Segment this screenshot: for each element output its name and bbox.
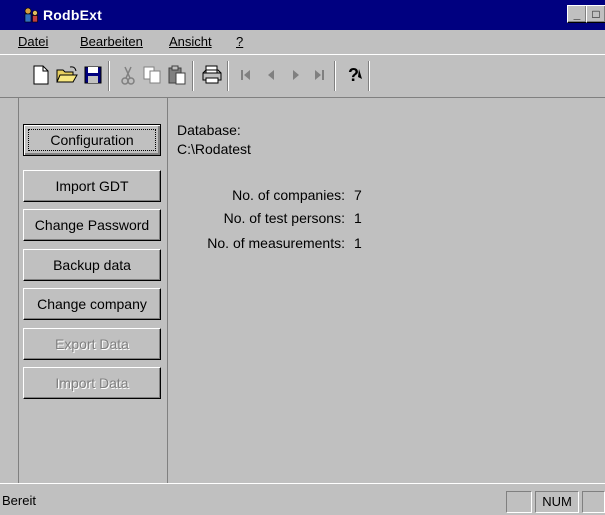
- toolbar-separator: [192, 61, 194, 91]
- menu-bearbeiten[interactable]: Bearbeiten: [80, 34, 143, 50]
- status-text: Bereit: [2, 493, 36, 508]
- import-gdt-button[interactable]: Import GDT: [23, 170, 161, 202]
- menu-datei-label: Datei: [18, 34, 49, 49]
- menu-ansicht[interactable]: Ansicht: [169, 34, 212, 50]
- backup-data-button-label: Backup data: [53, 257, 131, 273]
- export-data-button[interactable]: Export Data: [23, 328, 161, 360]
- status-panel-scroll: [582, 491, 605, 513]
- last-record-icon[interactable]: [306, 62, 332, 88]
- prev-record-icon[interactable]: [258, 62, 284, 88]
- menu-datei[interactable]: Datei: [18, 34, 48, 50]
- window-title: RodbExt: [43, 7, 102, 23]
- import-data-button-label: Import Data: [55, 375, 129, 391]
- menu-bar: Datei Bearbeiten Ansicht ?: [0, 30, 605, 54]
- toolbar-separator: [368, 61, 370, 91]
- change-company-button-label: Change company: [37, 296, 147, 312]
- change-password-button-label: Change Password: [34, 217, 150, 233]
- backup-data-button[interactable]: Backup data: [23, 249, 161, 281]
- focus-ring: [28, 129, 156, 151]
- toolbar-separator: [227, 61, 229, 91]
- main-view: Configuration Import GDT Change Password…: [18, 98, 605, 483]
- companies-label: No. of companies:: [232, 187, 345, 203]
- import-gdt-button-label: Import GDT: [55, 178, 129, 194]
- menu-bearbeiten-label: Bearbeiten: [80, 34, 143, 49]
- toolbar: ?: [0, 54, 605, 98]
- new-icon[interactable]: [28, 62, 54, 88]
- change-password-button[interactable]: Change Password: [23, 209, 161, 241]
- configuration-button[interactable]: Configuration: [23, 124, 161, 156]
- change-company-button[interactable]: Change company: [23, 288, 161, 320]
- open-icon[interactable]: [54, 62, 80, 88]
- measurements-label: No. of measurements:: [207, 235, 345, 251]
- measurements-value: 1: [354, 235, 362, 251]
- database-path: C:\Rodatest: [177, 141, 251, 157]
- minimize-icon: _: [573, 7, 581, 21]
- status-panel-num: NUM: [535, 491, 579, 513]
- toolbar-separator: [334, 61, 336, 91]
- testpersons-value: 1: [354, 210, 362, 226]
- app-icon[interactable]: [22, 6, 40, 24]
- status-bar: Bereit NUM: [0, 483, 605, 515]
- menu-help[interactable]: ?: [236, 34, 243, 50]
- print-icon[interactable]: [199, 62, 225, 88]
- button-panel: Configuration Import GDT Change Password…: [19, 98, 168, 483]
- application-window: RodbExt _ □ Datei Bearbeiten Ansicht ? ?…: [0, 0, 605, 515]
- svg-text:?: ?: [348, 65, 359, 85]
- save-icon[interactable]: [80, 62, 106, 88]
- maximize-icon: □: [592, 7, 600, 21]
- menu-ansicht-label: Ansicht: [169, 34, 212, 49]
- status-panel-empty: [506, 491, 532, 513]
- paste-icon[interactable]: [164, 62, 190, 88]
- minimize-button[interactable]: _: [567, 5, 587, 23]
- first-record-icon[interactable]: [233, 62, 259, 88]
- num-indicator: NUM: [542, 494, 572, 509]
- toolbar-separator: [108, 61, 110, 91]
- menu-help-label: ?: [236, 34, 244, 49]
- import-data-button[interactable]: Import Data: [23, 367, 161, 399]
- testpersons-label: No. of test persons:: [223, 210, 345, 226]
- cut-icon[interactable]: [115, 62, 141, 88]
- maximize-button[interactable]: □: [586, 5, 605, 23]
- companies-value: 7: [354, 187, 362, 203]
- export-data-button-label: Export Data: [55, 336, 129, 352]
- title-bar[interactable]: RodbExt _ □: [0, 0, 605, 30]
- help-icon[interactable]: ?: [341, 62, 367, 88]
- database-label: Database:: [177, 122, 241, 138]
- copy-icon[interactable]: [139, 62, 165, 88]
